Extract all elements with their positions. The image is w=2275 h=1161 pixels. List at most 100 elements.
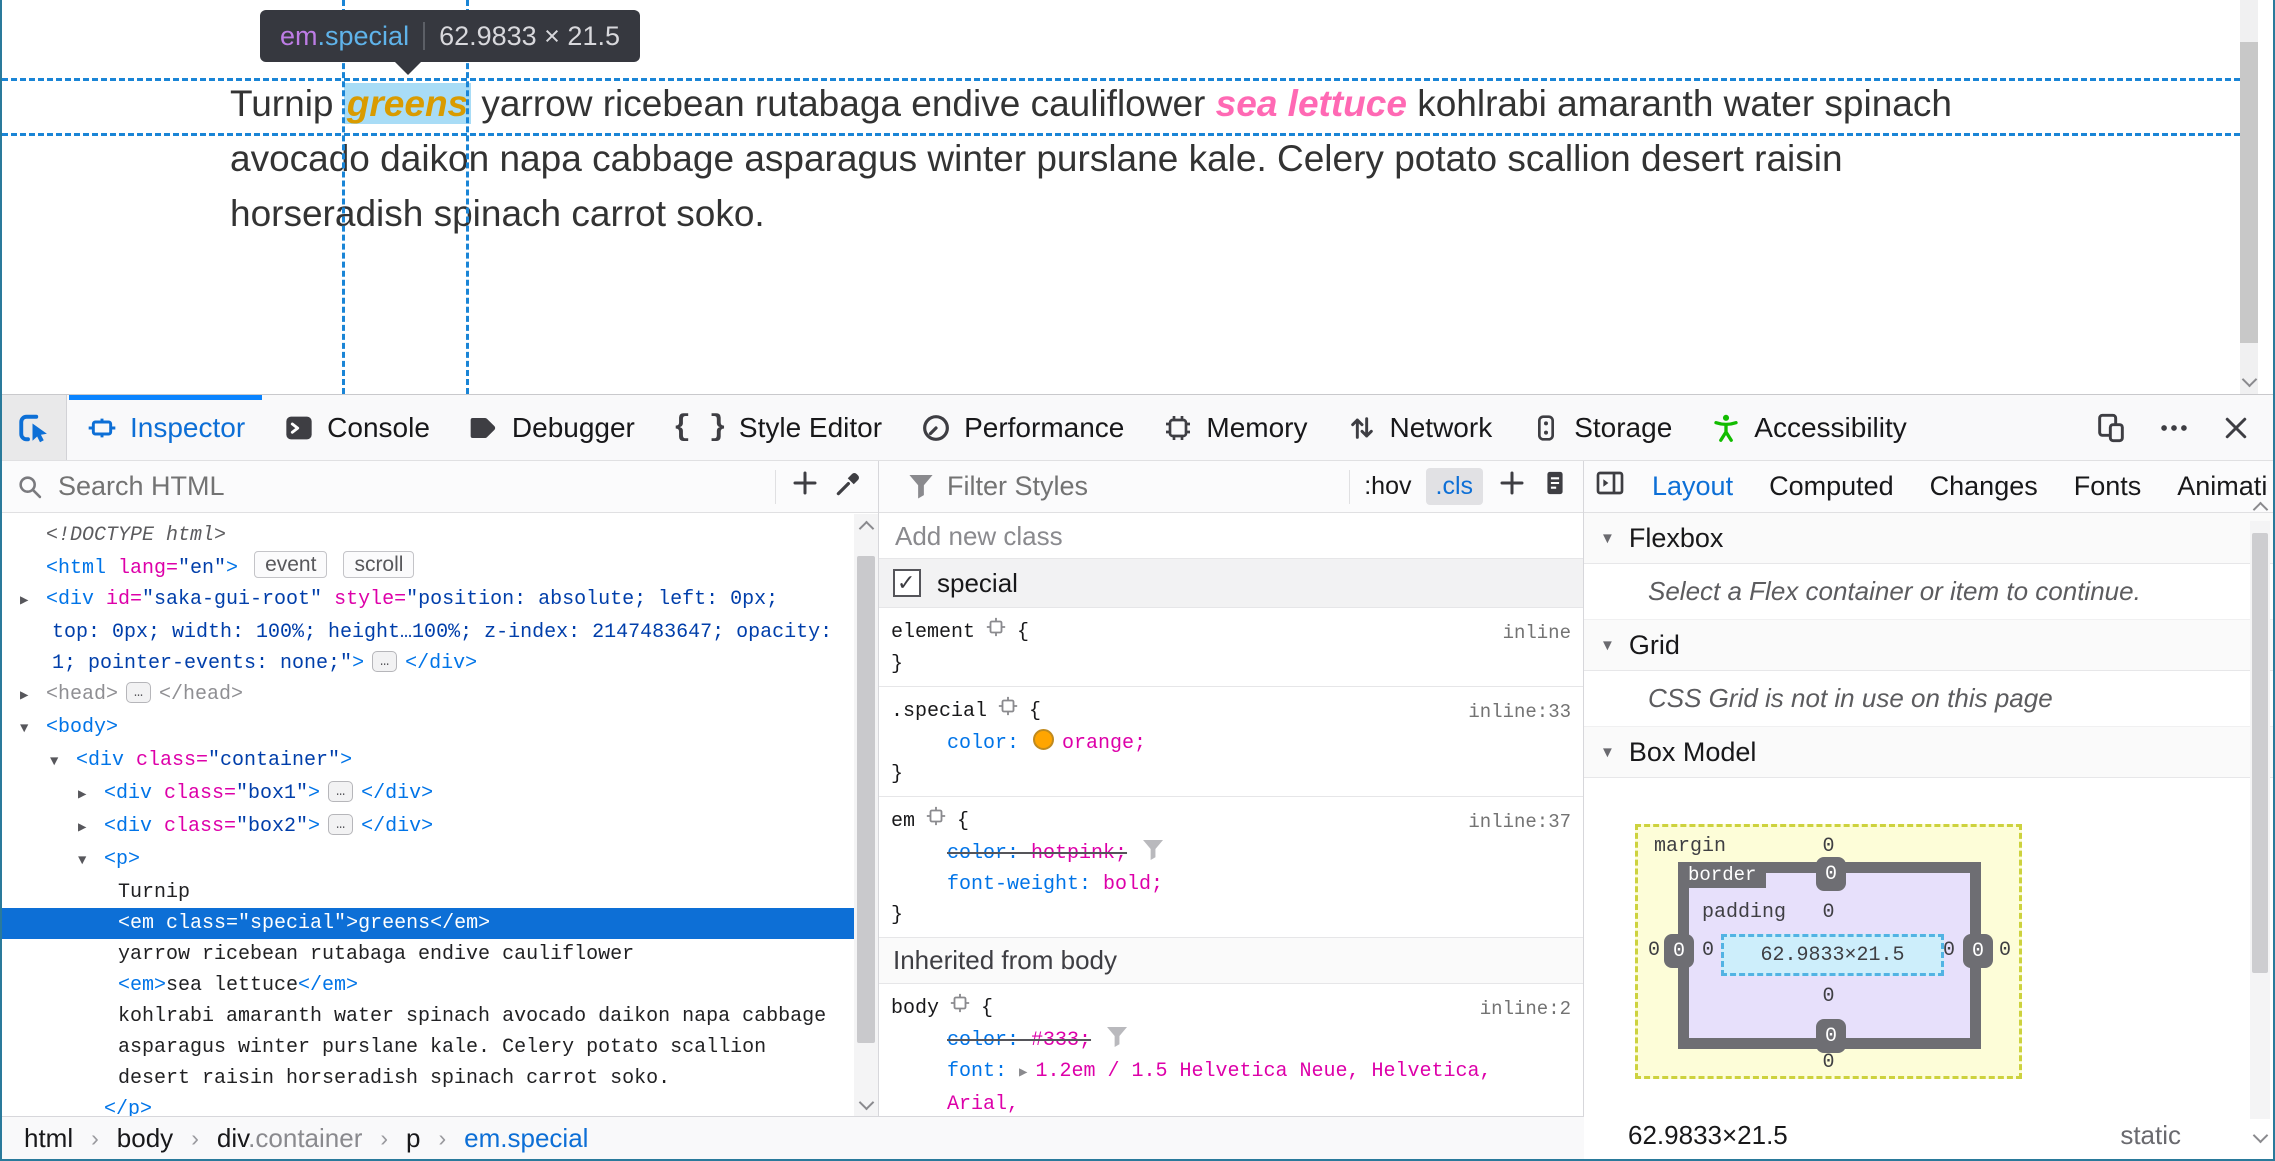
node-badge[interactable]: event — [254, 551, 328, 578]
expand-ellipsis-button[interactable]: … — [328, 814, 354, 835]
color-swatch[interactable] — [1033, 729, 1055, 750]
tab-console[interactable]: Console — [264, 395, 449, 460]
breadcrumb-div-container[interactable]: div.container — [217, 1123, 363, 1154]
twisty-icon[interactable]: ▼ — [78, 846, 104, 877]
markup-row[interactable]: ▶ <head> … </head> — [2, 679, 854, 712]
selector-highlighter-icon[interactable] — [949, 992, 971, 1025]
selector-highlighter-icon[interactable] — [985, 616, 1007, 649]
markup-row[interactable]: <html lang="en"> event scroll — [2, 551, 854, 584]
markup-row[interactable]: ▼ <p> — [2, 844, 854, 877]
padding-bottom-value[interactable]: 0 — [1638, 985, 2019, 1008]
border-right-value[interactable]: 0 — [1963, 934, 1993, 968]
eyedropper-button[interactable] — [834, 468, 864, 505]
breadcrumb-p[interactable]: p — [406, 1123, 420, 1154]
twisty-icon[interactable]: ▶ — [20, 681, 46, 712]
tab-accessibility[interactable]: Accessibility — [1691, 395, 1925, 460]
page-scrollbar[interactable] — [2240, 0, 2258, 394]
twisty-icon[interactable]: ▼ — [20, 714, 46, 745]
rule-selector[interactable]: .special — [891, 696, 987, 727]
css-declaration[interactable]: color: orange; — [891, 728, 1571, 759]
twisty-icon[interactable]: ▼ — [50, 747, 76, 778]
property-value[interactable]: 1.2em / 1.5 Helvetica Neue, Helvetica, A… — [947, 1060, 1492, 1116]
property-name[interactable]: color: — [947, 842, 1031, 865]
node-badge[interactable]: scroll — [343, 551, 415, 578]
scroll-down-button[interactable] — [854, 1092, 878, 1116]
breadcrumb-body[interactable]: body — [117, 1123, 173, 1154]
twisty-icon[interactable]: ▶ — [78, 813, 104, 844]
content-box[interactable]: 62.9833×21.5 — [1721, 934, 1944, 976]
expand-ellipsis-button[interactable]: … — [372, 651, 398, 672]
close-devtools-button[interactable] — [2221, 413, 2251, 443]
search-input[interactable]: Search HTML — [58, 471, 761, 502]
property-name[interactable]: font: — [947, 1060, 1019, 1083]
tab-inspector[interactable]: Inspector — [67, 395, 264, 460]
class-checkbox[interactable] — [893, 567, 921, 598]
padding-right-value[interactable]: 0 — [1943, 939, 1955, 962]
property-value[interactable]: hotpink; — [1031, 842, 1127, 865]
css-declaration[interactable]: font-weight: bold; — [891, 869, 1571, 900]
expand-ellipsis-button[interactable]: … — [328, 781, 354, 802]
expand-shorthand-icon[interactable]: ▶ — [1019, 1065, 1027, 1081]
twisty-icon[interactable]: ▶ — [78, 780, 104, 811]
markup-scrollbar-thumb[interactable] — [857, 556, 875, 1043]
tab-style-editor[interactable]: { } Style Editor — [654, 395, 901, 460]
margin-left-value[interactable]: 0 — [1648, 939, 1660, 962]
rule-selector[interactable]: body — [891, 993, 939, 1024]
stylesheet-location-link[interactable]: inline:2 — [1480, 994, 1571, 1025]
print-simulation-button[interactable] — [1541, 469, 1569, 504]
markup-row[interactable]: </p> — [2, 1094, 854, 1116]
margin-bottom-value[interactable]: 0 — [1638, 1051, 2019, 1074]
markup-row[interactable]: yarrow ricebean rutabaga endive cauliflo… — [2, 939, 854, 970]
pseudo-class-toggle[interactable]: :hov — [1364, 472, 1411, 501]
tab-fonts[interactable]: Fonts — [2060, 463, 2156, 510]
tab-memory[interactable]: Memory — [1143, 395, 1326, 460]
markup-row[interactable]: top: 0px; width: 100%; height…100%; z-in… — [2, 617, 854, 648]
rule-selector[interactable]: element — [891, 617, 975, 648]
css-declaration[interactable]: color: #333; — [891, 1025, 1571, 1056]
markup-row[interactable]: 1; pointer-events: none;"> … </div> — [2, 648, 854, 679]
expand-ellipsis-button[interactable]: … — [126, 682, 152, 703]
page-scrollbar-thumb[interactable] — [2240, 42, 2258, 343]
markup-row[interactable]: desert raisin horseradish spinach carrot… — [2, 1063, 854, 1094]
stylesheet-location-link[interactable]: inline — [1503, 618, 1571, 649]
twisty-icon[interactable]: ▶ — [20, 586, 46, 617]
markup-row[interactable]: ▶ <div id="saka-gui-root" style="position… — [2, 584, 854, 617]
rule-selector[interactable]: em — [891, 806, 915, 837]
margin-right-value[interactable]: 0 — [1999, 939, 2011, 962]
border-left-value[interactable]: 0 — [1664, 934, 1694, 968]
layout-scrollbar[interactable] — [2250, 501, 2270, 1143]
tab-debugger[interactable]: Debugger — [449, 395, 654, 460]
selector-highlighter-icon[interactable] — [925, 805, 947, 838]
tab-computed[interactable]: Computed — [1755, 463, 1908, 510]
sidebar-toggle-button[interactable] — [1594, 467, 1626, 506]
scroll-up-button[interactable] — [854, 514, 878, 538]
markup-scrollbar[interactable] — [854, 514, 878, 1116]
overridden-filter-icon[interactable] — [1143, 840, 1164, 860]
markup-row[interactable]: <em class="special">greens</em> — [2, 908, 854, 939]
tab-changes[interactable]: Changes — [1916, 463, 2052, 510]
stylesheet-location-link[interactable]: inline:37 — [1468, 807, 1571, 838]
tab-performance[interactable]: Performance — [901, 395, 1143, 460]
markup-row[interactable]: Turnip — [2, 877, 854, 908]
add-new-class-input[interactable]: Add new class — [879, 514, 1583, 559]
margin-top-value[interactable]: 0 — [1638, 835, 2019, 858]
padding-top-value[interactable]: 0 — [1638, 901, 2019, 924]
markup-row[interactable]: ▶ <div class="box2"> … </div> — [2, 811, 854, 844]
node-picker-button[interactable] — [2, 395, 67, 460]
markup-row[interactable]: asparagus winter purslane kale. Celery p… — [2, 1032, 854, 1063]
breadcrumb-em-special[interactable]: em.special — [464, 1123, 588, 1154]
flexbox-section-header[interactable]: ▼ Flexbox — [1584, 513, 2273, 564]
box-model-section-header[interactable]: ▼ Box Model — [1584, 727, 2273, 778]
class-panel-toggle[interactable]: .cls — [1425, 468, 1483, 505]
border-bottom-value[interactable]: 0 — [1816, 1019, 1846, 1053]
layout-scrollbar-thumb[interactable] — [2252, 533, 2268, 973]
property-name[interactable]: color: — [947, 732, 1031, 755]
markup-row[interactable]: kohlrabi amaranth water spinach avocado … — [2, 1001, 854, 1032]
property-value[interactable]: orange; — [1062, 732, 1146, 755]
add-rule-button[interactable] — [1497, 468, 1527, 505]
filter-styles-input[interactable]: Filter Styles — [947, 471, 1335, 502]
tab-layout[interactable]: Layout — [1638, 463, 1747, 510]
meatball-menu-button[interactable] — [2157, 411, 2191, 445]
property-name[interactable]: color: — [947, 1029, 1031, 1052]
page-scroll-down-button[interactable] — [2240, 370, 2258, 392]
